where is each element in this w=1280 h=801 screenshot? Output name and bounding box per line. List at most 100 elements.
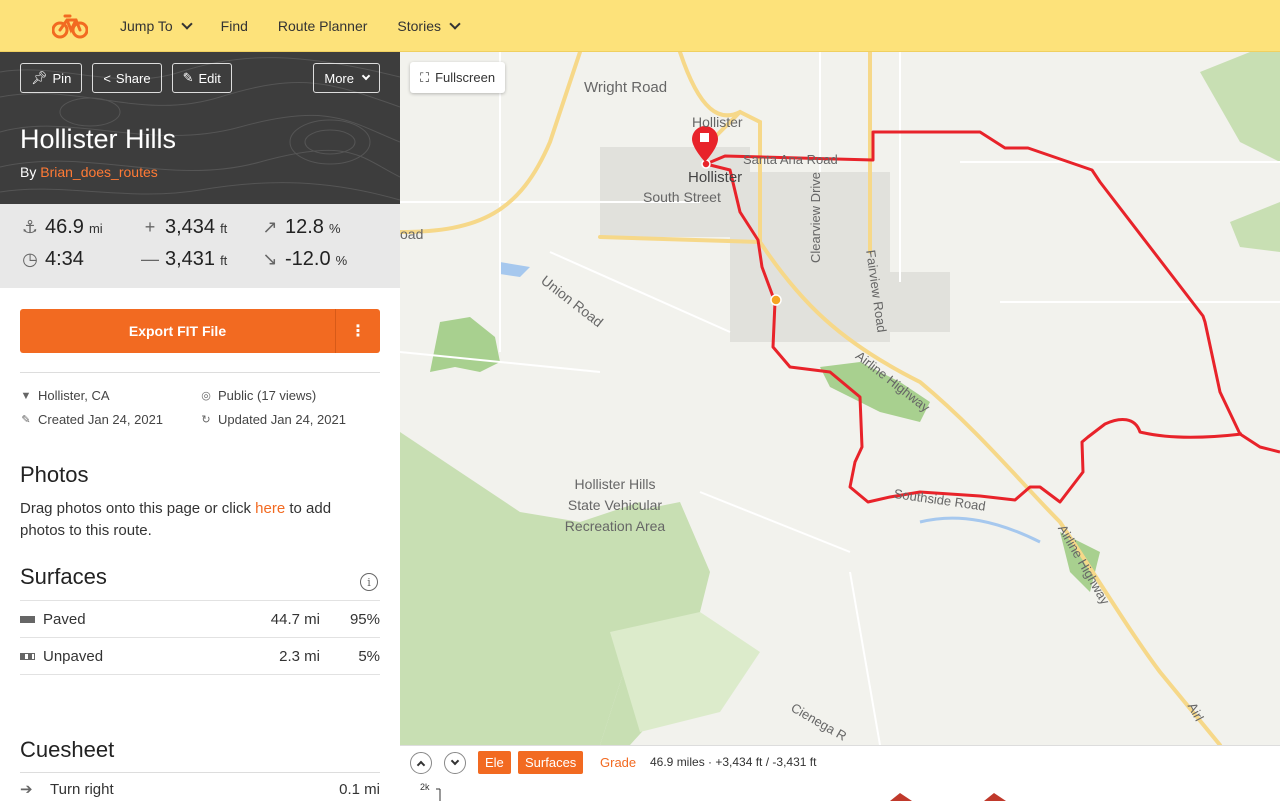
photos-text-before: Drag photos onto this page or click: [20, 500, 256, 517]
cue-row[interactable]: ➔ Turn right 0.1 mi: [20, 780, 380, 799]
stat-min-grade-unit: %: [335, 253, 348, 268]
meta-visibility-text: Public (17 views): [218, 388, 317, 403]
map-label-south-street: South Street: [643, 189, 721, 205]
stat-elev-gain: + 3,434 ft: [140, 216, 228, 239]
stat-elev-loss-value: 3,431: [165, 248, 216, 270]
pencil-icon: ✎: [182, 70, 194, 85]
share-icon: <: [103, 70, 111, 86]
elevation-panel: Ele Surfaces Grade 46.9 miles · +3,434 f…: [400, 745, 1280, 801]
nav-route-planner-label: Route Planner: [277, 17, 368, 34]
route-byline: By Brian_does_routes: [20, 164, 158, 180]
surface-row-paved: Paved 44.7 mi 95%: [20, 601, 380, 638]
meta-updated-text: Updated Jan 24, 2021: [218, 412, 346, 427]
nav-find-label: Find: [220, 17, 248, 34]
collapse-up-button[interactable]: [410, 752, 432, 774]
distance-icon: ⚓︎: [21, 217, 39, 237]
export-split-button: Export FIT File ⋮: [20, 309, 380, 353]
location-pin-icon: ▼: [20, 389, 32, 402]
chevron-down-icon: [181, 17, 193, 30]
stat-distance-unit: mi: [88, 221, 103, 236]
stat-elev-gain-unit: ft: [220, 221, 228, 236]
fullscreen-button[interactable]: ⛶ Fullscreen: [410, 62, 506, 93]
more-label: More: [324, 70, 354, 86]
cue-distance: 0.1 mi: [339, 780, 380, 798]
meta-updated: ↻ Updated Jan 24, 2021: [200, 412, 346, 427]
meta-created: ✎ Created Jan 24, 2021: [20, 412, 163, 427]
surface-distance: 2.3 mi: [279, 647, 320, 665]
meta-location: ▼ Hollister, CA: [20, 388, 110, 403]
nav-jump-to[interactable]: Jump To: [120, 17, 193, 34]
route-sidebar: 📌︎ Pin < Share ✎ Edit More Hollister Hil…: [0, 52, 400, 800]
meta-visibility: ◎ Public (17 views): [200, 388, 316, 403]
logo-bike-icon[interactable]: [51, 12, 89, 40]
stat-distance: ⚓︎ 46.9 mi: [20, 216, 103, 239]
pin-icon: 📌︎: [31, 70, 48, 85]
route-map[interactable]: ⛶ Fullscreen Wright Road Hollister Holli…: [400, 52, 1280, 745]
map-label-wright-road: Wright Road: [584, 79, 668, 96]
info-icon[interactable]: i: [360, 573, 378, 591]
surfaces-heading: Surfaces: [20, 564, 107, 589]
photos-here-link[interactable]: here: [255, 500, 285, 517]
divider: [20, 772, 380, 773]
tab-grade[interactable]: Grade: [600, 755, 636, 770]
nav-jump-to-label: Jump To: [120, 17, 173, 34]
arrow-down-right-icon: ↘: [262, 249, 278, 269]
share-label: Share: [115, 70, 151, 86]
map-canvas: [400, 52, 1280, 745]
unpaved-swatch-icon: [20, 652, 35, 660]
paved-swatch-icon: [20, 615, 35, 623]
start-pin-icon[interactable]: [692, 126, 718, 162]
turn-right-arrow-icon: ➔: [20, 781, 33, 798]
surface-distance: 44.7 mi: [270, 610, 320, 628]
author-link[interactable]: Brian_does_routes: [40, 164, 158, 180]
chevron-down-icon: [450, 756, 460, 766]
by-prefix: By: [20, 164, 37, 180]
route-stats: ⚓︎ 46.9 mi ◷ 4:34 + 3,434 ft — 3,431 ft …: [0, 204, 400, 288]
photos-instructions: Drag photos onto this page or click here…: [20, 498, 380, 542]
clock-icon: ◷: [22, 249, 38, 269]
map-label-hollister: Hollister: [688, 169, 743, 186]
tab-surfaces[interactable]: Surfaces: [518, 751, 584, 774]
stat-max-grade: ↗ 12.8 %: [260, 216, 341, 239]
tab-elevation[interactable]: Ele: [478, 751, 511, 774]
stat-time-value: 4:34: [45, 248, 84, 270]
meta-location-text: Hollister, CA: [38, 388, 110, 403]
stat-distance-value: 46.9: [45, 216, 84, 238]
expand-down-button[interactable]: [444, 752, 466, 774]
surface-name: Paved: [43, 610, 86, 628]
share-button[interactable]: < Share: [92, 63, 162, 93]
top-nav: Jump To Find Route Planner Stories: [0, 0, 1280, 52]
map-label-park: Hollister Hills State Vehicular Recreati…: [564, 476, 666, 534]
route-title: Hollister Hills: [20, 124, 177, 154]
nav-stories[interactable]: Stories: [397, 17, 461, 34]
nav-route-planner[interactable]: Route Planner: [278, 18, 368, 34]
map-label-santa-ana: Santa Ana Road: [743, 152, 838, 167]
stat-elev-loss-unit: ft: [220, 253, 228, 268]
arrow-up-right-icon: ↗: [262, 217, 278, 237]
stat-max-grade-unit: %: [328, 221, 341, 236]
pencil-icon: ✎: [21, 414, 31, 426]
map-label-clearview: Clearview Drive: [808, 171, 823, 263]
map-label-hollister-small: Hollister: [692, 114, 743, 130]
meta-created-text: Created Jan 24, 2021: [38, 412, 164, 427]
surface-percent: 95%: [349, 610, 380, 628]
stat-time: ◷ 4:34: [20, 248, 84, 271]
refresh-icon: ↻: [201, 414, 211, 426]
edit-label: Edit: [198, 70, 221, 86]
elevation-profile: [436, 788, 1006, 801]
plus-icon: +: [144, 217, 156, 237]
pin-button[interactable]: 📌︎ Pin: [20, 63, 83, 93]
export-options-kebab-icon[interactable]: ⋮: [336, 309, 380, 353]
map-label-road-left: oad: [400, 226, 424, 242]
stat-elev-loss: — 3,431 ft: [140, 248, 227, 271]
chevron-down-icon: [449, 17, 461, 30]
surface-percent: 5%: [358, 647, 380, 665]
chevron-down-icon: [361, 71, 371, 81]
surface-name: Unpaved: [43, 647, 104, 665]
stat-min-grade-value: -12.0: [285, 248, 331, 270]
nav-find[interactable]: Find: [221, 18, 248, 34]
more-button[interactable]: More: [313, 63, 380, 93]
edit-button[interactable]: ✎ Edit: [171, 63, 232, 93]
elevation-summary: 46.9 miles · +3,434 ft / -3,431 ft: [650, 755, 817, 769]
export-fit-button[interactable]: Export FIT File: [20, 309, 336, 353]
